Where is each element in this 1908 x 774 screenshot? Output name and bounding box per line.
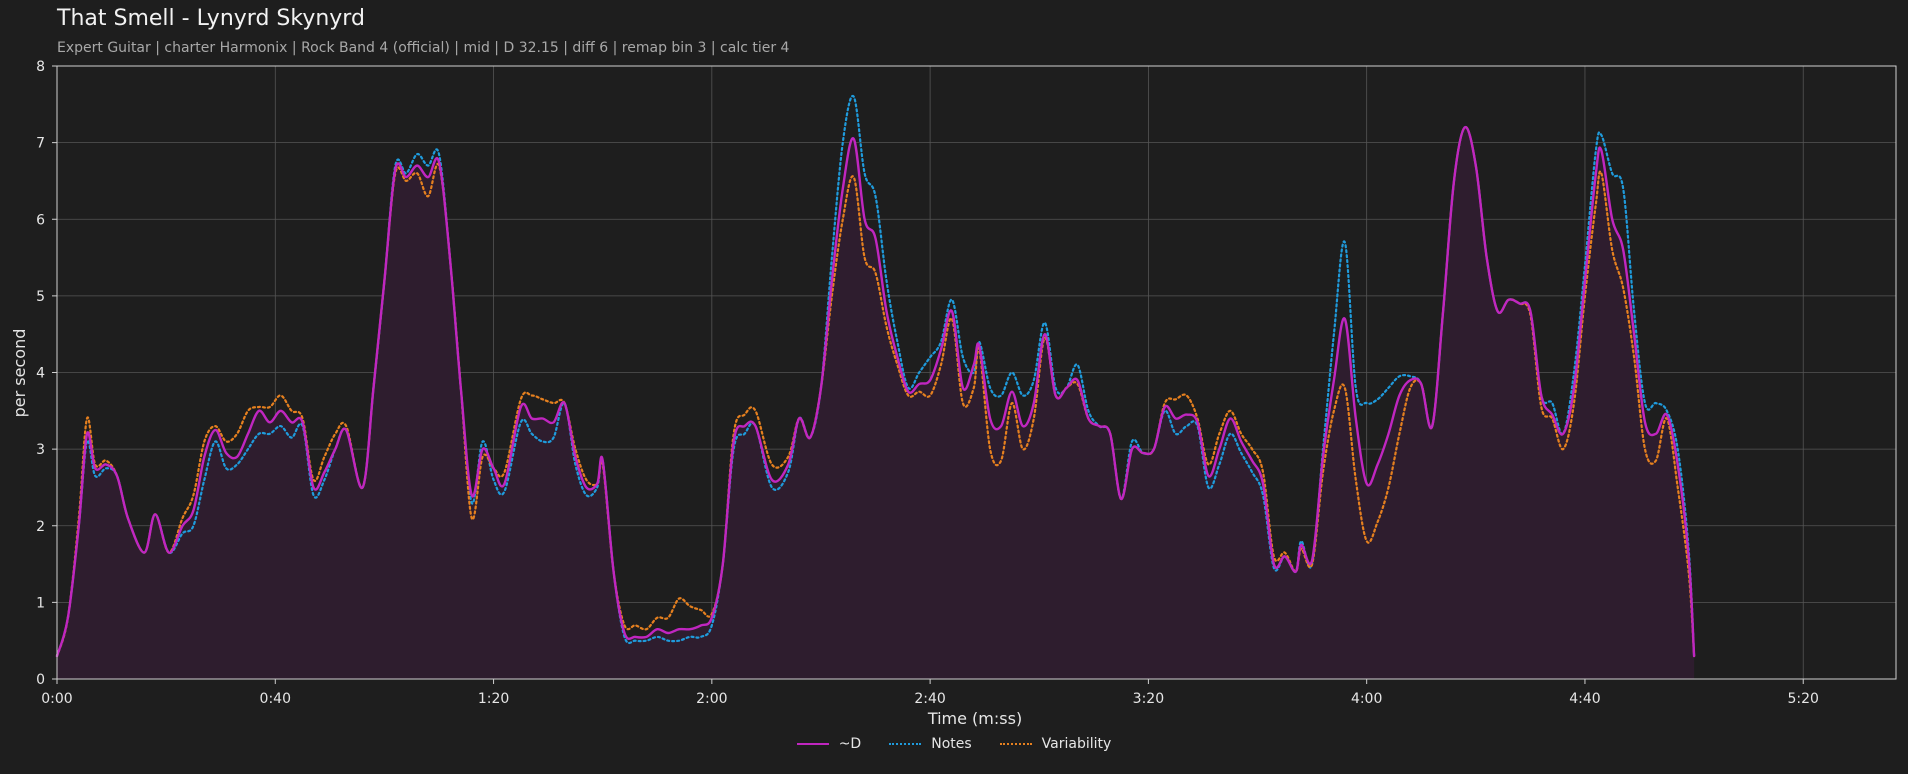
y-tick-label: 6: [36, 212, 45, 228]
x-tick-label: 1:20: [478, 691, 509, 707]
legend-swatch-variability: [999, 743, 1032, 745]
x-tick-label: 2:40: [914, 691, 945, 707]
legend-item-d: ~D: [796, 736, 862, 752]
x-tick-label: 3:20: [1133, 691, 1164, 707]
y-tick-label: 7: [36, 136, 45, 152]
legend-swatch-d: [796, 743, 829, 745]
x-tick-label: 0:40: [260, 691, 291, 707]
y-tick-label: 3: [36, 442, 45, 458]
y-tick-label: 5: [36, 289, 45, 305]
y-tick-label: 0: [36, 672, 45, 688]
x-tick-label: 2:00: [696, 691, 727, 707]
x-tick-label: 4:40: [1569, 691, 1600, 707]
y-tick-label: 1: [36, 595, 45, 611]
y-axis-label: per second: [10, 329, 29, 418]
legend-item-variability: Variability: [999, 736, 1112, 752]
y-tick-label: 2: [36, 519, 45, 535]
x-axis-label: Time (m:ss): [927, 709, 1022, 728]
legend: ~D Notes Variability: [0, 736, 1908, 752]
chart-svg: 0:00 0:40 1:20 2:00 2:40 3:20 4:00 4:40 5:20 0 1 2 3…: [10, 59, 1897, 728]
legend-label-d: ~D: [838, 736, 862, 752]
x-tick-label: 4:00: [1351, 691, 1382, 707]
legend-label-variability: Variability: [1041, 736, 1112, 752]
area-fill: [57, 127, 1695, 679]
x-tick-label: 5:20: [1788, 691, 1819, 707]
legend-label-notes: Notes: [931, 736, 972, 752]
d-area-fill: [57, 127, 1695, 679]
legend-swatch-notes: [889, 743, 922, 745]
y-tick-label: 8: [36, 59, 45, 75]
x-tick-label: 0:00: [41, 691, 72, 707]
y-tick-label: 4: [36, 366, 45, 382]
legend-item-notes: Notes: [889, 736, 972, 752]
